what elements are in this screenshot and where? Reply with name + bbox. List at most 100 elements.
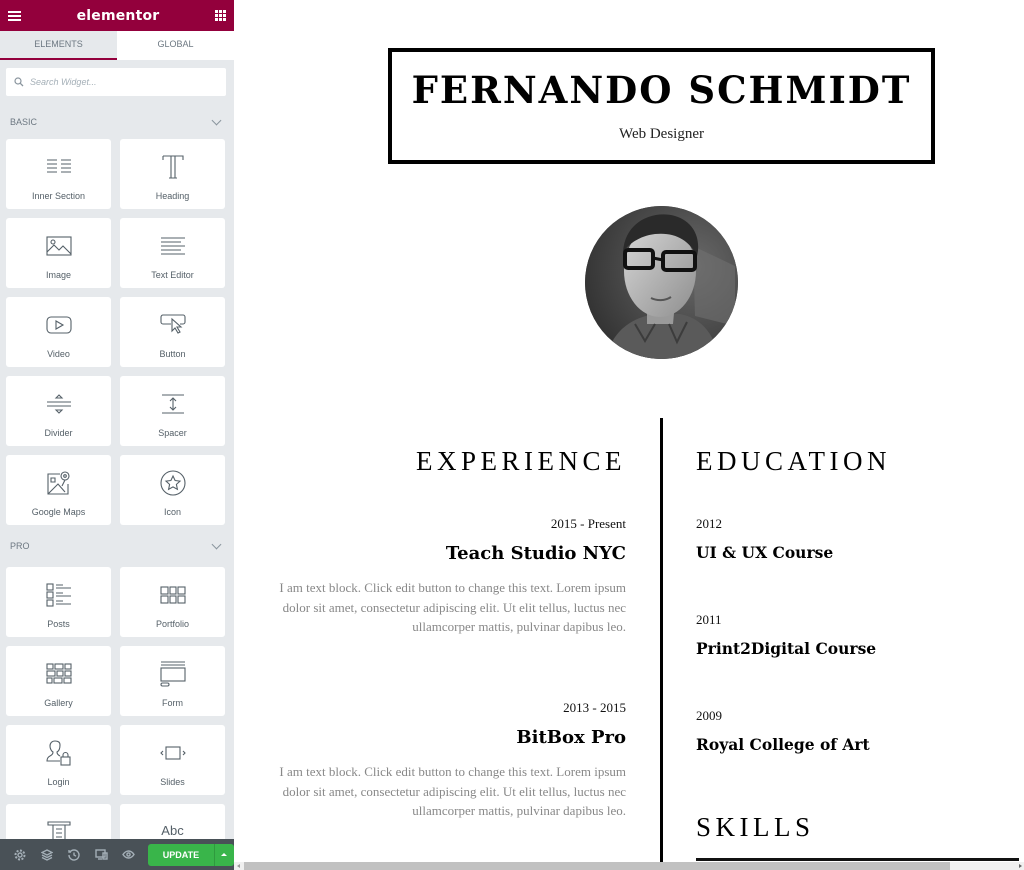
panel-footer: UPDATE — [0, 839, 234, 870]
tab-elements[interactable]: ELEMENTS — [0, 31, 117, 60]
widget-button[interactable]: Button — [120, 297, 225, 367]
posts-icon — [45, 583, 71, 607]
horizontal-scrollbar[interactable] — [234, 862, 1024, 870]
video-icon — [45, 316, 72, 334]
widget-google-maps[interactable]: Google Maps — [6, 455, 111, 525]
page-preview: FERNANDO SCHMIDT Web Designer EXPERIENCE… — [234, 0, 1024, 870]
panel-tabs: ELEMENTS GLOBAL — [0, 31, 234, 60]
category-title: PRO — [10, 541, 30, 551]
widget-portfolio[interactable]: Portfolio — [120, 567, 225, 637]
text-editor-icon — [160, 237, 185, 255]
widget-label: Google Maps — [31, 507, 86, 517]
google-maps-icon — [46, 471, 70, 495]
education-item[interactable]: 2009 Royal College of Art — [696, 708, 1016, 754]
widget-slides[interactable]: Slides — [120, 725, 225, 795]
history-button[interactable] — [61, 839, 88, 870]
login-icon — [45, 740, 71, 766]
widget-label: Divider — [44, 428, 73, 438]
pro-widgets: Posts Portfolio Gallery Form Login Slide… — [0, 561, 234, 870]
navigator-button[interactable] — [33, 839, 60, 870]
education-title-block: EDUCATION — [696, 446, 1016, 477]
responsive-mode-button[interactable] — [88, 839, 115, 870]
widget-label: Image — [45, 270, 71, 280]
scroll-right-icon[interactable] — [1019, 864, 1022, 868]
panel-header: elementor — [0, 0, 234, 31]
education-year: 2012 — [696, 516, 722, 531]
navigator-icon — [40, 848, 53, 861]
name-header-box[interactable]: FERNANDO SCHMIDT Web Designer — [388, 48, 935, 164]
preview-button[interactable] — [115, 839, 142, 870]
scroll-left-icon[interactable] — [237, 864, 240, 868]
search-icon — [14, 77, 24, 87]
widget-posts[interactable]: Posts — [6, 567, 111, 637]
experience-description: I am text block. Click edit button to ch… — [279, 764, 626, 818]
widget-gallery[interactable]: Gallery — [6, 646, 111, 716]
widget-heading[interactable]: Heading — [120, 139, 225, 209]
menu-icon[interactable] — [8, 10, 21, 21]
chevron-down-icon — [211, 115, 222, 125]
portrait-image — [585, 206, 738, 359]
widget-label: Gallery — [44, 698, 73, 708]
update-button[interactable]: UPDATE — [148, 843, 214, 866]
experience-dates: 2013 - 2015 — [563, 700, 626, 715]
widget-label: Login — [47, 777, 70, 787]
skills-title-block: SKILLS — [696, 812, 1016, 843]
settings-icon — [14, 849, 26, 860]
category-basic-header[interactable]: BASIC — [0, 107, 234, 137]
divider-icon — [46, 394, 71, 414]
widget-label: Slides — [160, 777, 185, 787]
education-course: UI & UX Course — [696, 543, 834, 562]
widget-inner-section[interactable]: Inner Section — [6, 139, 111, 209]
education-title[interactable]: EDUCATION — [696, 446, 1016, 477]
image-icon — [45, 236, 72, 256]
skills-title[interactable]: SKILLS — [696, 812, 1016, 843]
widget-video[interactable]: Video — [6, 297, 111, 367]
experience-title-block: EXPERIENCE — [274, 446, 626, 477]
caret-up-icon — [221, 853, 228, 856]
experience-description: I am text block. Click edit button to ch… — [279, 580, 626, 634]
person-name[interactable]: FERNANDO SCHMIDT — [392, 68, 931, 112]
experience-dates: 2015 - Present — [550, 516, 626, 531]
education-year: 2011 — [696, 612, 722, 627]
category-title: BASIC — [10, 117, 38, 127]
app-title: elementor — [76, 7, 160, 24]
widget-icon[interactable]: Icon — [120, 455, 225, 525]
widget-label: Video — [47, 349, 70, 359]
person-role[interactable]: Web Designer — [392, 126, 931, 143]
basic-widgets: Inner Section Heading Image Text Editor … — [0, 137, 234, 525]
widget-spacer[interactable]: Spacer — [120, 376, 225, 446]
form-icon — [159, 661, 186, 687]
education-item[interactable]: 2012 UI & UX Course — [696, 516, 1016, 562]
widget-label: Button — [159, 349, 186, 359]
experience-item[interactable]: 2013 - 2015 BitBox Pro I am text block. … — [274, 700, 626, 821]
widget-login[interactable]: Login — [6, 725, 111, 795]
gallery-icon — [45, 663, 72, 684]
responsive-mode-icon — [95, 849, 108, 860]
tab-global[interactable]: GLOBAL — [117, 31, 234, 60]
experience-title[interactable]: EXPERIENCE — [274, 446, 626, 477]
avatar[interactable] — [585, 206, 738, 359]
widget-form[interactable]: Form — [120, 646, 225, 716]
widgets-grid-icon[interactable] — [214, 10, 226, 21]
search-widget-input[interactable] — [30, 77, 210, 87]
abc-glyph: Abc — [161, 823, 184, 839]
settings-button[interactable] — [6, 839, 33, 870]
widget-image[interactable]: Image — [6, 218, 111, 288]
elementor-panel: elementor ELEMENTS GLOBAL BASIC Inner Se… — [0, 0, 234, 870]
category-pro-header[interactable]: PRO — [0, 531, 234, 561]
widget-label: Portfolio — [155, 619, 190, 629]
search-box — [6, 68, 226, 96]
skills-divider — [696, 858, 1019, 861]
widget-label: Heading — [155, 191, 190, 201]
spacer-icon — [161, 394, 184, 414]
experience-item[interactable]: 2015 - Present Teach Studio NYC I am tex… — [274, 516, 626, 637]
education-course: Royal College of Art — [696, 735, 870, 754]
widget-label: Inner Section — [31, 191, 86, 201]
scrollbar-thumb[interactable] — [244, 862, 950, 870]
widget-divider[interactable]: Divider — [6, 376, 111, 446]
inner-section-icon — [46, 159, 71, 173]
chevron-down-icon — [211, 539, 222, 549]
save-options-button[interactable] — [213, 843, 234, 866]
widget-text-editor[interactable]: Text Editor — [120, 218, 225, 288]
education-item[interactable]: 2011 Print2Digital Course — [696, 612, 1016, 658]
